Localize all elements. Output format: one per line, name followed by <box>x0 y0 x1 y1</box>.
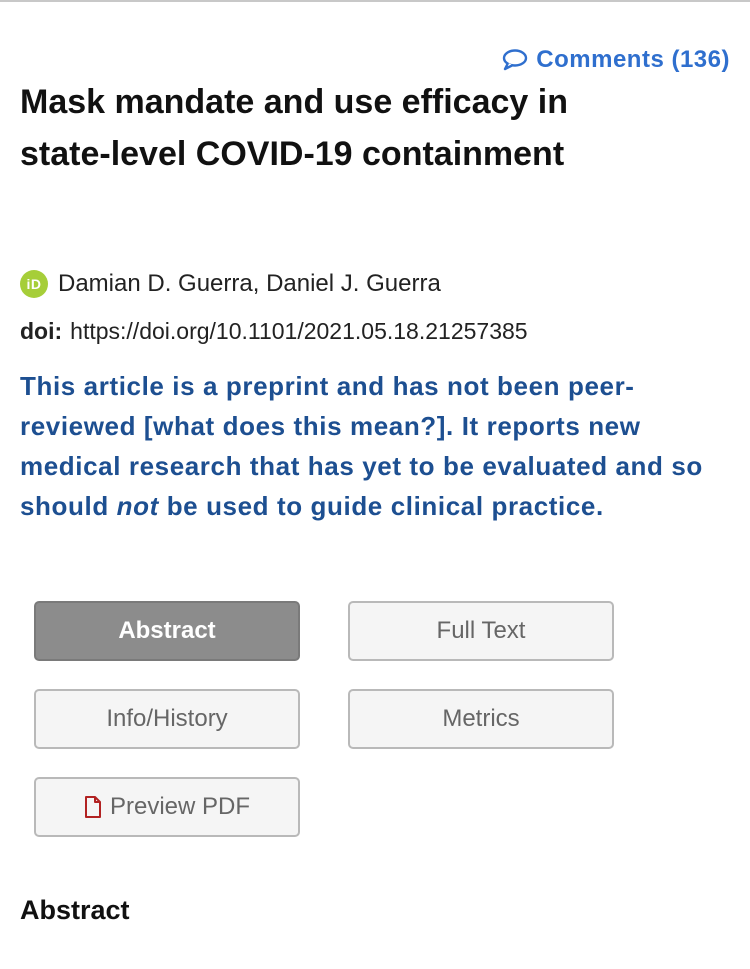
doi-link[interactable]: https://doi.org/10.1101/2021.05.18.21257… <box>70 318 527 344</box>
tab-info-history[interactable]: Info/History <box>34 689 300 749</box>
doi-line: doi: https://doi.org/10.1101/2021.05.18.2… <box>20 318 528 345</box>
section-heading: Abstract <box>20 895 130 925</box>
tab-info-history-label: Info/History <box>106 705 228 732</box>
tab-metrics[interactable]: Metrics <box>348 689 614 749</box>
preview-pdf-label: Preview PDF <box>109 793 251 820</box>
notice-emphasis: not <box>116 491 159 521</box>
tab-full-text[interactable]: Full Text <box>348 601 614 661</box>
comments-link[interactable]: Comments (136) <box>502 46 730 74</box>
doi-label: doi: <box>20 318 63 344</box>
tab-abstract[interactable]: Abstract <box>34 601 300 661</box>
notice-text-3: be used to guide clinical practice. <box>158 491 604 521</box>
author-names[interactable]: Damian D. Guerra, Daniel J. Guerra <box>58 270 441 298</box>
preprint-notice: This article is a preprint and has not b… <box>20 366 730 526</box>
orcid-icon[interactable]: iD <box>20 270 48 298</box>
article-title: Mask mandate and use efficacy in state-l… <box>20 83 568 173</box>
top-divider <box>0 0 750 2</box>
speech-bubble-icon <box>502 49 528 71</box>
tab-full-text-label: Full Text <box>436 617 526 644</box>
comments-label: Comments (136) <box>536 46 730 73</box>
author-line: iD Damian D. Guerra, Daniel J. Guerra <box>20 270 441 298</box>
what-does-this-mean-link[interactable]: [what does this mean?] <box>144 411 446 441</box>
preview-pdf-button[interactable]: Preview PDF <box>34 777 300 837</box>
pdf-file-icon <box>84 796 102 818</box>
tab-metrics-label: Metrics <box>442 705 520 732</box>
tab-abstract-label: Abstract <box>118 617 216 644</box>
